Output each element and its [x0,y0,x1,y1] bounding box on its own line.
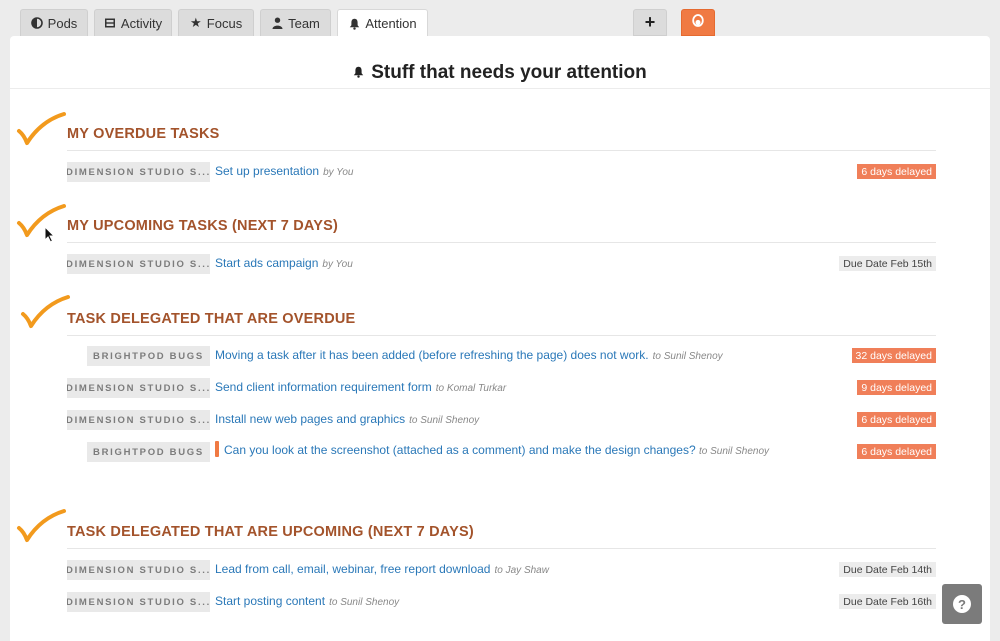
task-row: DIMENSION STUDIO S... Start ads campaign… [67,254,936,276]
tab-team[interactable]: Team [260,9,331,36]
project-tag[interactable]: DIMENSION STUDIO S... [67,378,210,398]
section-heading-my-overdue: MY OVERDUE TASKS [67,126,936,151]
project-tag[interactable]: DIMENSION STUDIO S... [67,410,210,430]
tab-focus[interactable]: ★ Focus [178,9,254,36]
bell-icon [353,62,364,84]
status-badge: 6 days delayed [857,164,936,179]
project-tag[interactable]: DIMENSION STUDIO S... [67,560,210,580]
status-badge: Due Date Feb 16th [839,594,936,609]
tab-pods[interactable]: Pods [20,9,88,36]
task-link[interactable]: Start ads campaign by You [215,256,353,270]
tab-label: Activity [120,15,163,31]
project-tag[interactable]: DIMENSION STUDIO S... [67,254,210,274]
section-heading-delegated-overdue: TASK DELEGATED THAT ARE OVERDUE [67,311,936,336]
project-tag[interactable]: DIMENSION STUDIO S... [67,592,210,612]
section-heading-delegated-upcoming: TASK DELEGATED THAT ARE UPCOMING (NEXT 7… [67,524,936,549]
task-assignee: to Komal Turkar [435,383,507,394]
task-row: DIMENSION STUDIO S... Set up presentatio… [67,162,936,184]
status-badge: 9 days delayed [857,380,936,395]
task-title[interactable]: Lead from call, email, webinar, free rep… [215,562,490,576]
task-assignee: by You [322,259,353,270]
checkmark-icon [17,204,66,237]
tab-label: Focus [206,15,243,31]
task-title[interactable]: Set up presentation [215,164,319,178]
task-row: DIMENSION STUDIO S... Install new web pa… [67,410,936,432]
checkmark-icon [17,509,66,542]
project-tag[interactable]: BRIGHTPOD BUGS [87,442,210,462]
status-badge: 32 days delayed [851,348,936,363]
task-title[interactable]: Can you look at the screenshot (attached… [224,443,696,457]
task-title[interactable]: Send client information requirement form [215,380,432,394]
divider [10,88,990,89]
task-link[interactable]: Lead from call, email, webinar, free rep… [215,562,549,576]
task-assignee: to Sunil Shenoy [652,351,723,362]
task-assignee: by You [323,167,354,178]
task-row: BRIGHTPOD BUGS Can you look at the scree… [67,441,936,488]
task-assignee: to Sunil Shenoy [329,597,400,608]
task-link[interactable]: Start posting content to Sunil Shenoy [215,594,399,608]
page-title: Stuff that needs your attention [10,62,990,84]
task-title[interactable]: Start posting content [215,594,325,608]
task-link[interactable]: Send client information requirement form… [215,380,506,394]
task-assignee: to Jay Shaw [494,565,549,576]
task-row: BRIGHTPOD BUGS Moving a task after it ha… [67,346,936,368]
status-badge: 6 days delayed [857,444,936,459]
task-row: DIMENSION STUDIO S... Send client inform… [67,378,936,400]
task-row: DIMENSION STUDIO S... Lead from call, em… [67,560,936,582]
question-icon: ? [953,595,971,613]
status-badge: 6 days delayed [857,412,936,427]
help-button[interactable]: ? [942,584,982,624]
task-title[interactable]: Install new web pages and graphics [215,412,405,426]
task-title[interactable]: Start ads campaign [215,256,318,270]
status-badge: Due Date Feb 14th [839,562,936,577]
task-link[interactable]: Can you look at the screenshot (attached… [215,437,775,465]
task-link[interactable]: Install new web pages and graphics to Sun… [215,412,479,426]
project-tag[interactable]: BRIGHTPOD BUGS [87,346,210,366]
task-assignee: to Sunil Shenoy [698,446,770,457]
tab-attention[interactable]: Attention [337,9,428,37]
star-icon: ★ [189,15,202,30]
priority-marker [215,441,219,457]
tab-label: Attention [365,16,417,31]
tab-bar: Pods Activity ★ Focus Team Attention + [0,0,1000,37]
person-icon [271,17,283,29]
page-title-text: Stuff that needs your attention [371,62,647,83]
mouse-cursor-icon [44,226,56,243]
film-icon [104,17,116,29]
pods-icon [30,17,43,29]
section-heading-my-upcoming: MY UPCOMING TASKS (NEXT 7 DAYS) [67,218,936,243]
bell-icon [348,18,360,30]
project-tag[interactable]: DIMENSION STUDIO S... [67,162,210,182]
task-title[interactable]: Moving a task after it has been added (b… [215,348,649,362]
tab-label: Team [288,15,320,31]
tab-activity[interactable]: Activity [94,9,172,36]
tab-label: Pods [47,15,78,31]
add-button[interactable]: + [633,9,667,36]
checkmark-icon [21,295,70,328]
task-row: DIMENSION STUDIO S... Start posting cont… [67,592,936,614]
plus-icon: + [644,12,656,32]
task-link[interactable]: Moving a task after it has been added (b… [215,348,723,362]
pod-icon [692,13,704,32]
task-link[interactable]: Set up presentation by You [215,164,353,178]
task-assignee: to Sunil Shenoy [409,415,480,426]
checkmark-icon [17,112,66,145]
brightpod-logo-button[interactable] [681,9,715,36]
status-badge: Due Date Feb 15th [839,256,936,271]
attention-panel: Stuff that needs your attention MY OVERD… [10,36,990,641]
